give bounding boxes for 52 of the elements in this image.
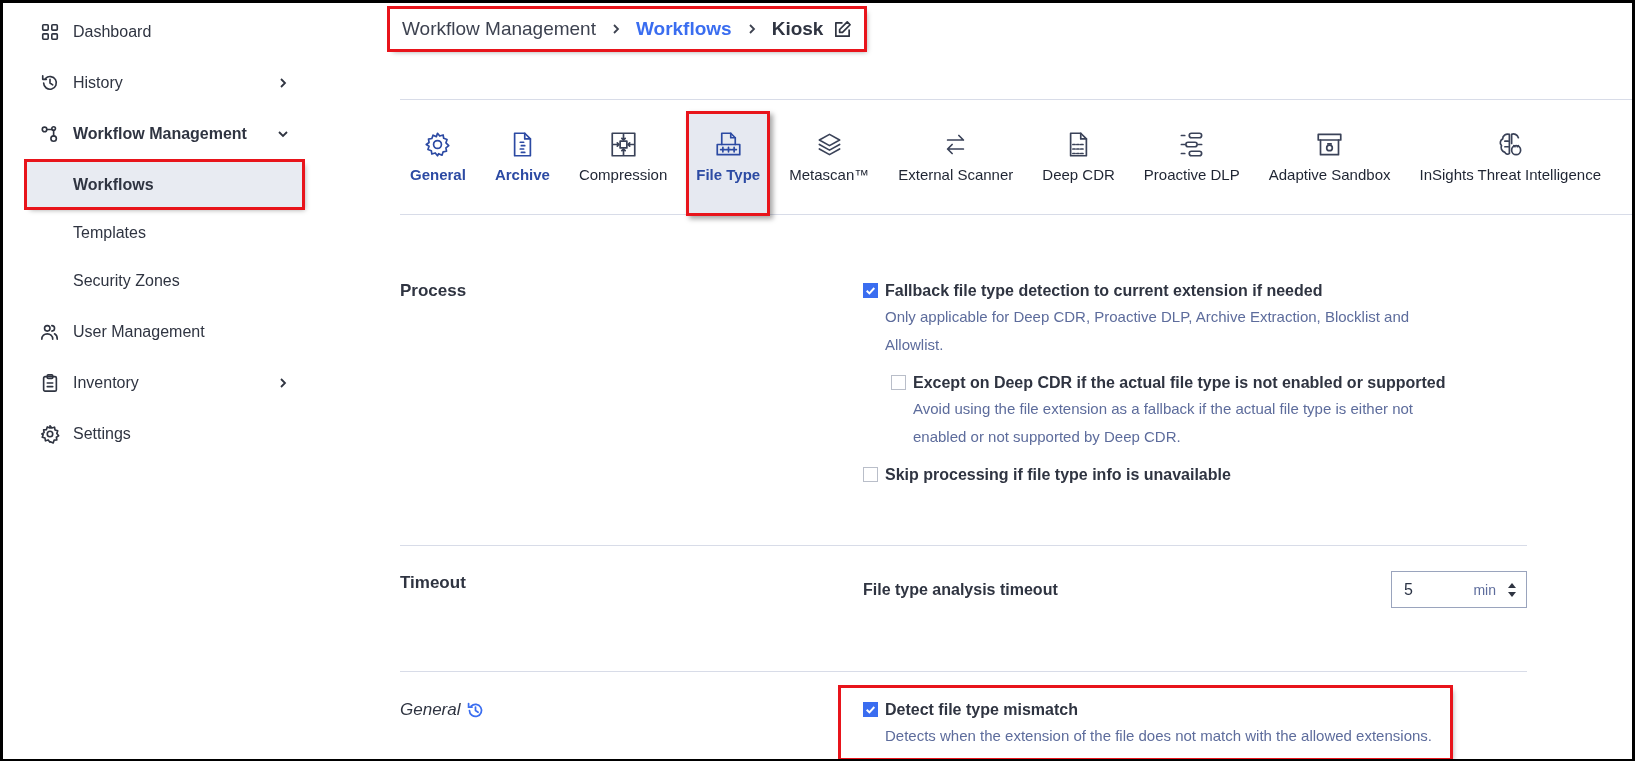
tab[interactable]: Metascan™ (779, 111, 880, 216)
tab[interactable]: InSights Threat Intelligence (1409, 111, 1611, 216)
history-icon (40, 72, 60, 93)
checkbox[interactable] (863, 467, 878, 482)
field-label: File type analysis timeout (863, 580, 1058, 599)
sidebar-subitem[interactable]: Security Zones (27, 258, 302, 303)
file-type-icon (714, 131, 742, 158)
option-description: Avoid using the file extension as a fallback if the actual file type is either not enabled or not supported by Deep CDR. (913, 399, 1415, 447)
tab[interactable]: Compression (568, 111, 678, 216)
sandbox-box-icon (1316, 131, 1344, 158)
option-label: Detect file type mismatch (885, 700, 1079, 720)
breadcrumb-link[interactable]: Workflows (635, 18, 732, 40)
option-label: Except on Deep CDR if the actual file type is not enabled or supported (913, 373, 1447, 393)
compress-icon (609, 131, 637, 158)
tab[interactable]: Deep CDR (1032, 111, 1125, 216)
breadcrumb-item[interactable]: Workflow Management (402, 18, 596, 40)
sidebar-subitem[interactable]: Templates (27, 210, 302, 255)
tab[interactable]: External Scanner (888, 111, 1024, 216)
breadcrumb-item: Kiosk (771, 18, 824, 40)
settings-icon (424, 131, 452, 158)
checkbox[interactable] (863, 283, 878, 298)
flow-nodes-icon (40, 123, 60, 144)
sidebar-item[interactable]: User Management (27, 306, 289, 357)
sidebar-item[interactable]: History (27, 57, 289, 108)
option-description: Only applicable for Deep CDR, Proactive DLP, Archive Extraction, Blocklist and Allowlist. (885, 307, 1411, 355)
tab[interactable]: General (400, 111, 476, 216)
chevron-right-icon (277, 376, 289, 389)
section-title: General (400, 700, 461, 720)
option-label: Fallback file type detection to current extension if needed (885, 281, 1324, 301)
edit-icon[interactable] (833, 19, 853, 39)
option-label: Skip processing if file type info is unavailable (885, 465, 1231, 485)
clipboard-icon (40, 372, 60, 393)
grid-icon (40, 21, 60, 42)
sidebar-subitem[interactable]: Workflows (27, 162, 302, 207)
tab[interactable]: Proactive DLP (1133, 111, 1250, 216)
settings-icon (40, 423, 60, 444)
checkmark-icon (864, 284, 877, 297)
checkbox[interactable] (891, 375, 906, 390)
checkmark-icon (864, 703, 877, 716)
number-field[interactable]: 5 min (1391, 571, 1527, 608)
sidebar-item[interactable]: Workflow Management (27, 108, 289, 159)
option-description: Detects when the extension of the file does not match with the allowed extensions. (885, 726, 1432, 746)
tab[interactable]: Archive (484, 111, 560, 216)
sidebar-item[interactable]: Inventory (27, 357, 289, 408)
sidebar-item[interactable]: Dashboard (27, 6, 289, 57)
tab[interactable]: Adaptive Sandbox (1258, 111, 1401, 216)
checkbox[interactable] (863, 702, 878, 717)
sidebar-item[interactable]: Settings (27, 408, 289, 459)
chevron-right-icon (277, 76, 289, 89)
tab[interactable]: File Type (686, 111, 771, 216)
section-title: Timeout (400, 573, 466, 593)
section-title: Process (400, 281, 467, 301)
